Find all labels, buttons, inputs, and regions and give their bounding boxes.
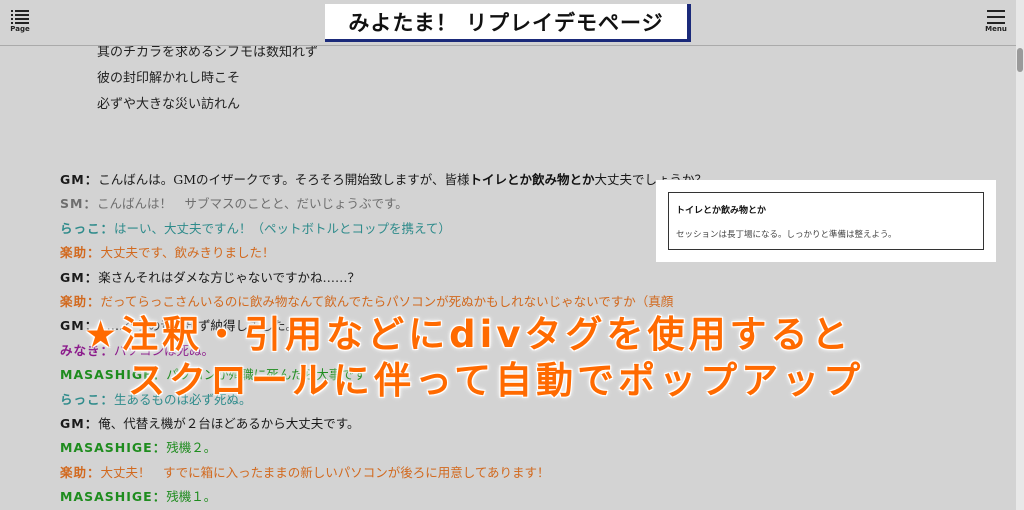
chat-line: 楽助：だってらっこさんいるのに飲み物なんて飲んでたらパソコンが死ぬかもしれないじ… xyxy=(60,290,760,314)
page-title-box: みよたま！ リプレイデモページ xyxy=(325,4,691,42)
note-popup: トイレとか飲み物とか セッションは長丁場になる。しっかりと準備は整えよう。 xyxy=(656,180,996,262)
note-body: セッションは長丁場になる。しっかりと準備は整えよう。 xyxy=(676,230,897,240)
message-text: 楽さんそれはダメな方じゃないですかね……？ xyxy=(98,269,360,285)
speaker-name: 楽助： xyxy=(60,245,101,261)
speaker-name: SM： xyxy=(60,196,97,212)
speaker-name: 楽助： xyxy=(60,464,101,480)
poem-line: 彼の封印解かれし時こそ xyxy=(97,71,241,86)
message-text: 俺、代替え機が２台ほどあるから大丈夫です。 xyxy=(98,415,360,431)
caption-line-2: スクロールに伴って自動でポップアップ xyxy=(128,359,865,402)
chat-line: GM：こんばんは。GMのイザークです。そろそろ開始致しますが、皆様トイレとか飲み… xyxy=(60,168,760,192)
note-trigger[interactable]: トイレとか飲み物とか xyxy=(470,172,595,187)
menu-button[interactable]: Menu xyxy=(978,10,1014,33)
hamburger-icon xyxy=(987,10,1005,24)
chat-line: らっこ：はーい、大丈夫ですん！（ペットボトルとコップを携えて） xyxy=(60,217,760,241)
message-text: こんばんは！ サブマスのことと、だいじょうぶです。 xyxy=(96,196,408,212)
top-bar: Page みよたま！ リプレイデモページ Menu xyxy=(0,0,1016,46)
chat-line: MASASHIGE：残機２。 xyxy=(60,436,760,460)
speaker-name: MASASHIGE： xyxy=(60,489,167,505)
message-text: はーい、大丈夫ですん！（ペットボトルとコップを携えて） xyxy=(114,220,451,236)
chat-line: GM：楽さんそれはダメな方じゃないですかね……？ xyxy=(60,266,760,290)
poem-block: 其のチカラを求めるシフモは数知れず 彼の封印解かれし時こそ 必ずや大きな災い訪れ… xyxy=(97,40,318,118)
message-text: 残機１。 xyxy=(166,489,217,505)
message-text: 大丈夫！ すでに箱に入ったままの新しいパソコンが後ろに用意してあります！ xyxy=(100,464,550,480)
menu-button-label: Menu xyxy=(985,25,1007,33)
message-text: だってらっこさんいるのに飲み物なんて飲んでたらパソコンが死ぬかもしれないじゃない… xyxy=(100,293,674,309)
page-button[interactable]: Page xyxy=(2,10,38,33)
chat-line: GM：俺、代替え機が２台ほどあるから大丈夫です。 xyxy=(60,412,760,436)
page-button-label: Page xyxy=(10,25,30,33)
message-text: 残機２。 xyxy=(166,440,217,456)
speaker-name: 楽助： xyxy=(60,293,101,309)
list-icon xyxy=(11,10,29,24)
message-text: こんばんは。GMのイザークです。そろそろ開始致しますが、皆様 xyxy=(98,172,470,187)
vertical-scrollbar[interactable] xyxy=(1016,0,1024,510)
speaker-name: GM： xyxy=(60,172,99,187)
chat-line: 楽助：大丈夫です、飲みきりました！ xyxy=(60,241,760,265)
annotation-caption: ★注釈・引用などにdivタグを使用すると スクロールに伴って自動でポップアップ xyxy=(84,312,864,404)
speaker-name: MASASHIGE： xyxy=(60,440,167,456)
chat-line: MASASHIGE：残機１。 xyxy=(60,485,760,509)
caption-line-1: ★注釈・引用などにdivタグを使用すると xyxy=(84,313,853,356)
page-title: みよたま！ リプレイデモページ xyxy=(348,10,664,35)
note-box: トイレとか飲み物とか セッションは長丁場になる。しっかりと準備は整えよう。 xyxy=(668,192,984,250)
scrollbar-thumb[interactable] xyxy=(1017,48,1023,72)
chat-line: SM：こんばんは！ サブマスのことと、だいじょうぶです。 xyxy=(60,192,760,216)
speaker-name: GM： xyxy=(60,415,99,431)
speaker-name: GM： xyxy=(60,269,99,285)
poem-line: 必ずや大きな災い訪れん xyxy=(97,97,241,112)
chat-line: 楽助：大丈夫！ すでに箱に入ったままの新しいパソコンが後ろに用意してあります！ xyxy=(60,461,760,485)
message-text: 大丈夫です、飲みきりました！ xyxy=(100,245,275,261)
speaker-name: らっこ： xyxy=(60,220,115,236)
note-title: トイレとか飲み物とか xyxy=(676,206,767,216)
